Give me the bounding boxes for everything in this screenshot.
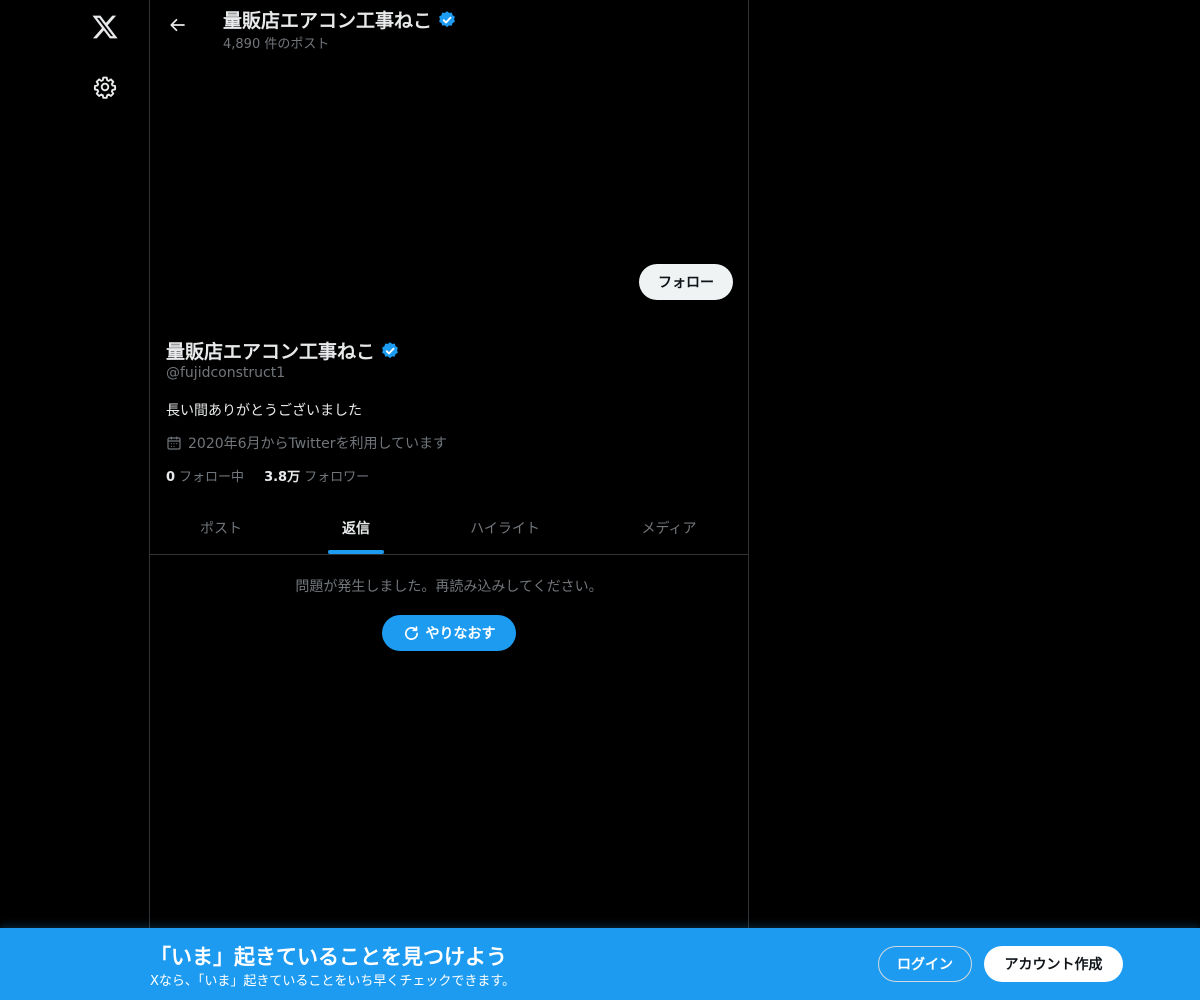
retry-label: やりなおす	[425, 626, 496, 642]
followers-label: フォロワー	[304, 470, 370, 485]
x-logo-icon[interactable]	[83, 5, 127, 49]
joined-date: 2020年6月からTwitterを利用しています	[166, 433, 447, 453]
back-button[interactable]	[161, 8, 195, 42]
tab-label: ポスト	[200, 521, 242, 537]
profile-name: 量販店エアコン工事ねこ	[166, 337, 400, 364]
calendar-icon	[167, 436, 181, 450]
page-title: 量販店エアコン工事ねこ	[223, 6, 457, 33]
retry-button[interactable]: やりなおす	[382, 615, 516, 651]
verified-badge-icon	[380, 341, 400, 361]
left-nav	[0, 0, 149, 1000]
tab-label: ハイライト	[470, 521, 540, 537]
tab-posts[interactable]: ポスト	[150, 502, 292, 554]
profile-column: 量販店エアコン工事ねこ 4,890 件のポスト フォロー 量販店エアコン工事ねこ…	[149, 0, 749, 1000]
joined-date-text: 2020年6月からTwitterを利用しています	[188, 436, 448, 452]
followers-count: 3.8万	[264, 470, 301, 485]
tab-label: メディア	[641, 521, 697, 537]
follow-stats: 0 フォロー中 3.8万 フォロワー	[166, 466, 369, 485]
tab-media[interactable]: メディア	[590, 502, 748, 554]
refresh-icon	[404, 625, 418, 640]
following-label: フォロー中	[179, 470, 245, 485]
profile-handle: @fujidconstruct1	[166, 365, 286, 381]
profile-name-text: 量販店エアコン工事ねこ	[166, 341, 376, 363]
login-button[interactable]: ログイン	[878, 946, 972, 982]
followers-link[interactable]: 3.8万 フォロワー	[264, 466, 369, 485]
gear-icon[interactable]	[83, 65, 127, 109]
error-message: 問題が発生しました。再読み込みしてください。	[295, 579, 603, 595]
active-tab-indicator	[328, 550, 384, 554]
follow-button[interactable]: フォロー	[639, 264, 733, 300]
tab-highlights[interactable]: ハイライト	[420, 502, 590, 554]
signup-banner: 「いま」起きていることを見つけよう Xなら、「いま」起きていることをいち早くチェ…	[0, 928, 1200, 1000]
tab-replies[interactable]: 返信	[292, 502, 420, 554]
page-title-text: 量販店エアコン工事ねこ	[223, 10, 433, 32]
banner-title: 「いま」起きていることを見つけよう	[150, 945, 507, 969]
banner-subtitle: Xなら、「いま」起きていることをいち早くチェックできます。	[150, 974, 516, 989]
post-count: 4,890 件のポスト	[223, 37, 330, 52]
profile-bio: 長い間ありがとうございました	[166, 403, 362, 419]
following-count: 0	[166, 470, 176, 485]
verified-badge-icon	[437, 10, 457, 30]
profile-tabs: ポスト 返信 ハイライト メディア	[150, 502, 748, 555]
profile-topbar: 量販店エアコン工事ねこ 4,890 件のポスト	[150, 0, 748, 53]
following-link[interactable]: 0 フォロー中	[166, 466, 244, 485]
back-arrow-icon	[170, 18, 185, 32]
signup-button[interactable]: アカウント作成	[984, 946, 1123, 982]
tab-label: 返信	[342, 521, 370, 537]
